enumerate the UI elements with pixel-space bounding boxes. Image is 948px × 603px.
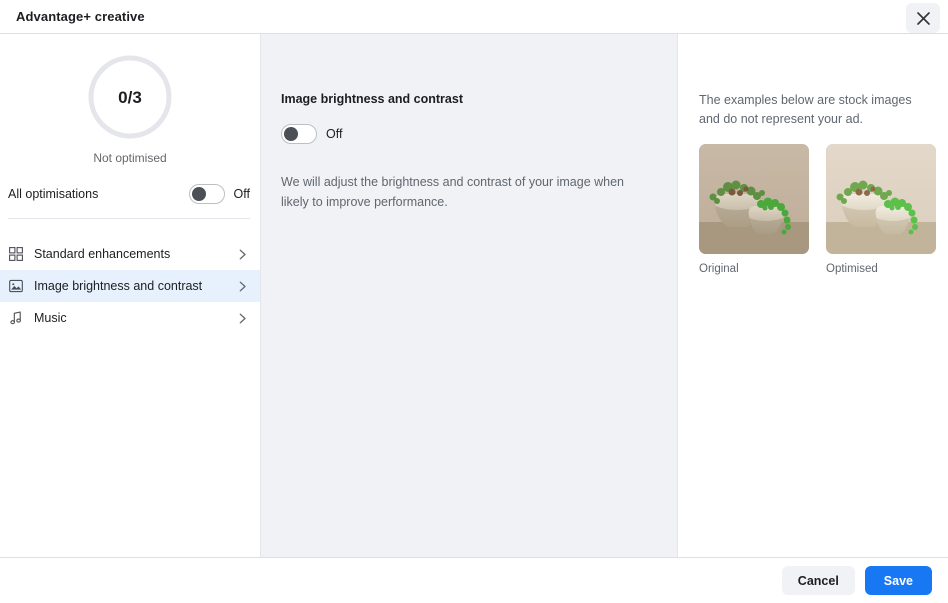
optimisation-nav-list: Standard enhancements Image brightness a… [0, 238, 260, 334]
example-list: Original Optimised [699, 143, 948, 275]
detail-panel: Image brightness and contrast Off We wil… [261, 34, 678, 557]
detail-panel-title: Image brightness and contrast [281, 92, 463, 106]
optimisation-progress: 0/3 Not optimised [0, 46, 260, 165]
save-button[interactable]: Save [864, 566, 932, 595]
example-caption: Original [699, 262, 739, 275]
example-original: Original [699, 143, 809, 275]
toggle-knob [191, 187, 206, 201]
sidebar-item-label: Image brightness and contrast [34, 279, 203, 293]
all-optimisations-toggle-state: Off [233, 187, 250, 201]
example-caption: Optimised [826, 262, 878, 275]
preview-disclaimer: The examples below are stock images and … [699, 93, 912, 127]
music-note-icon [8, 310, 24, 326]
dialog-header: Advantage+ creative [0, 0, 948, 34]
detail-toggle-row: Off [281, 124, 649, 145]
advantage-plus-creative-dialog: Advantage+ creative 0/3 Not optimised Al… [0, 0, 948, 603]
all-optimisations-row: All optimisations Off [8, 184, 250, 219]
chevron-right-icon [234, 278, 250, 294]
cancel-button[interactable]: Cancel [781, 566, 855, 595]
image-brightness-toggle[interactable] [281, 124, 317, 145]
preview-panel: The examples below are stock images and … [678, 34, 948, 557]
example-thumbnail-optimised [826, 143, 936, 254]
grid-squares-icon [8, 246, 24, 262]
example-thumbnail-original [699, 143, 809, 254]
close-button[interactable] [906, 3, 940, 33]
example-optimised: Optimised [826, 143, 936, 275]
page-title: Advantage+ creative [16, 9, 145, 24]
toggle-knob [284, 127, 298, 142]
all-optimisations-label: All optimisations [8, 187, 99, 201]
sidebar-item-label: Music [34, 311, 67, 325]
dialog-footer: Cancel Save [0, 558, 948, 603]
sidebar-item-music[interactable]: Music [0, 302, 260, 334]
progress-value: 0/3 [118, 87, 142, 107]
sidebar: 0/3 Not optimised All optimisations Off [0, 34, 261, 557]
progress-ring: 0/3 [87, 54, 173, 140]
chevron-right-icon [234, 246, 250, 262]
close-icon [916, 11, 930, 25]
sidebar-item-label: Standard enhancements [34, 247, 171, 261]
dialog-body: 0/3 Not optimised All optimisations Off [0, 34, 948, 558]
detail-panel-description: We will adjust the brightness and contra… [281, 175, 625, 209]
image-brightness-toggle-state: Off [326, 127, 343, 142]
chevron-right-icon [234, 310, 250, 326]
sidebar-item-standard-enhancements[interactable]: Standard enhancements [0, 238, 260, 270]
sidebar-item-image-brightness-and-contrast[interactable]: Image brightness and contrast [0, 270, 260, 302]
image-photo-icon [8, 278, 24, 294]
progress-caption: Not optimised [93, 151, 167, 165]
all-optimisations-toggle[interactable] [188, 184, 225, 204]
